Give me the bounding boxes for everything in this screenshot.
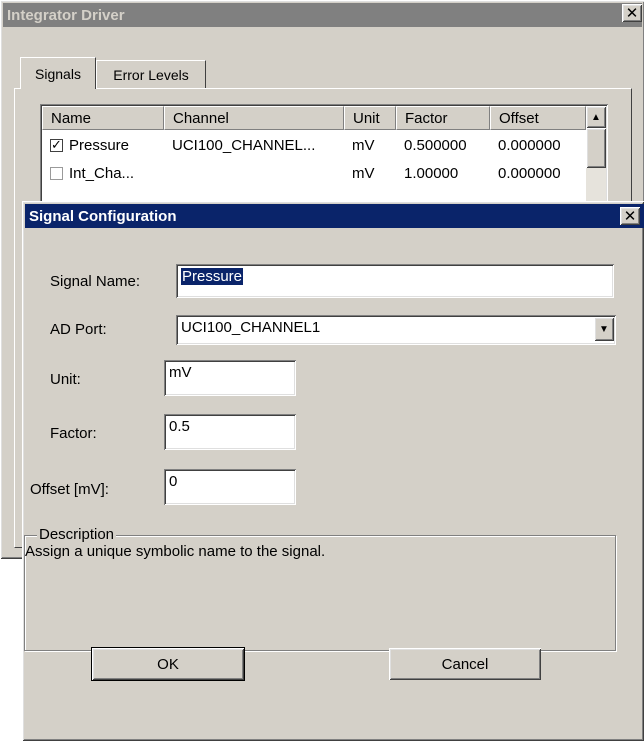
scroll-thumb[interactable] <box>586 128 606 168</box>
row-factor: 0.500000 <box>404 136 467 154</box>
row-name: Pressure <box>69 136 130 154</box>
list-header: Name Channel Unit Factor Offset <box>42 106 586 130</box>
offset-label: Offset [mV]: <box>30 481 109 498</box>
factor-value: 0.5 <box>169 418 190 435</box>
column-header-name[interactable]: Name <box>42 106 164 130</box>
ad-port-value: UCI100_CHANNEL1 <box>181 319 321 336</box>
close-icon[interactable]: ✕ <box>622 4 642 22</box>
row-unit: mV <box>352 136 375 154</box>
unit-value: mV <box>169 364 192 381</box>
ad-port-label: AD Port: <box>50 321 107 338</box>
column-header-factor[interactable]: Factor <box>396 106 490 130</box>
table-row[interactable]: Int_Cha... mV 1.00000 0.000000 <box>42 160 586 186</box>
row-name: Int_Cha... <box>69 164 135 182</box>
signal-name-label: Signal Name: <box>50 273 141 290</box>
ok-button-label: OK <box>157 655 179 673</box>
offset-value: 0 <box>169 473 178 490</box>
column-header-unit[interactable]: Unit <box>344 106 396 130</box>
signal-configuration-dialog: Signal Configuration ✕ Signal Name: Pres… <box>22 201 644 741</box>
close-icon[interactable]: ✕ <box>620 207 640 225</box>
cancel-button[interactable]: Cancel <box>389 648 541 680</box>
row-checkbox[interactable] <box>50 167 63 181</box>
row-name-cell: Int_Cha... <box>42 165 164 182</box>
row-factor: 1.00000 <box>404 164 459 182</box>
signal-name-input[interactable]: Pressure <box>176 264 614 298</box>
tab-error-levels[interactable]: Error Levels <box>96 60 206 88</box>
signal-name-value: Pressure <box>181 268 244 285</box>
offset-input[interactable]: 0 <box>164 469 296 505</box>
row-offset: 0.000000 <box>498 136 561 154</box>
column-header-offset[interactable]: Offset <box>490 106 586 130</box>
scroll-up-arrow-icon[interactable]: ▲ <box>586 106 606 128</box>
description-legend: Description <box>37 526 117 543</box>
ok-button[interactable]: OK <box>92 648 244 680</box>
tab-signals[interactable]: Signals <box>20 57 96 89</box>
column-header-channel[interactable]: Channel <box>164 106 344 130</box>
factor-label: Factor: <box>50 425 97 442</box>
unit-label: Unit: <box>50 371 81 388</box>
tab-error-levels-label: Error Levels <box>113 66 189 83</box>
cancel-button-label: Cancel <box>441 655 489 673</box>
dialog-title: Signal Configuration <box>29 207 177 225</box>
ad-port-select[interactable]: UCI100_CHANNEL1 ▼ <box>176 315 616 345</box>
row-checkbox[interactable] <box>50 137 63 153</box>
factor-input[interactable]: 0.5 <box>164 414 296 450</box>
unit-input[interactable]: mV <box>164 360 296 396</box>
signal-configuration-titlebar[interactable]: Signal Configuration <box>25 204 644 228</box>
chevron-down-icon[interactable]: ▼ <box>594 317 614 341</box>
row-offset: 0.000000 <box>498 164 561 182</box>
description-text: Assign a unique symbolic name to the sig… <box>25 543 326 560</box>
row-channel: UCI100_CHANNEL... <box>172 136 316 154</box>
row-name-cell: Pressure <box>42 137 164 154</box>
table-row[interactable]: Pressure UCI100_CHANNEL... mV 0.500000 0… <box>42 132 586 158</box>
description-group: Description Assign a unique symbolic nam… <box>24 526 616 651</box>
window-title: Integrator Driver <box>7 6 125 24</box>
tab-signals-label: Signals <box>35 65 81 82</box>
integrator-driver-titlebar[interactable]: Integrator Driver <box>3 3 642 27</box>
row-unit: mV <box>352 164 375 182</box>
